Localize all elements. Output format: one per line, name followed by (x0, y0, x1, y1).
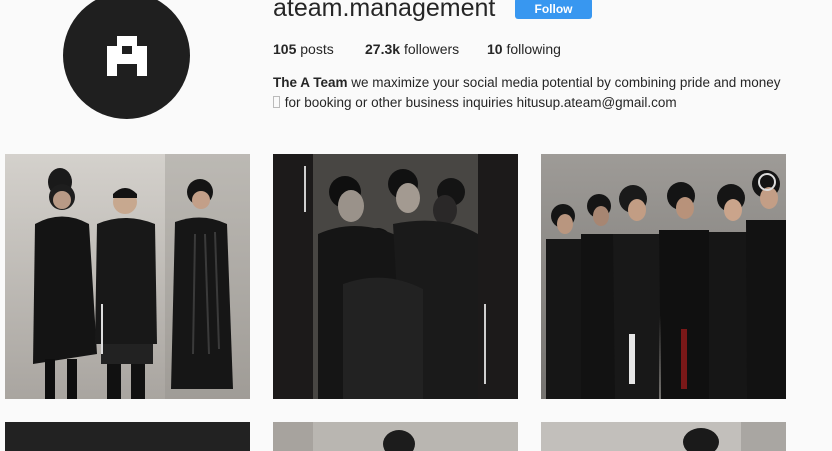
profile-username: ateam.management (273, 0, 496, 22)
following-stat[interactable]: 10 following (487, 41, 561, 57)
post-image (541, 422, 786, 451)
emoji-placeholder-icon (273, 96, 280, 108)
post-thumbnail[interactable] (273, 154, 518, 399)
following-label: following (506, 41, 561, 57)
posts-count: 105 (273, 41, 297, 57)
a-logo-icon (106, 35, 147, 76)
post-thumbnail[interactable] (273, 422, 518, 451)
followers-stat[interactable]: 27.3k followers (365, 41, 459, 57)
group-photo-image (5, 154, 250, 399)
bio-line-1: The A Team we maximize your social media… (273, 75, 781, 90)
followers-label: followers (403, 41, 460, 57)
magazine-cover-image (273, 154, 518, 399)
bio-text-2: for booking or other business inquiries … (284, 95, 677, 110)
post-thumbnail[interactable] (541, 154, 786, 399)
bio-line-2: for booking or other business inquiries … (273, 95, 677, 110)
following-count: 10 (487, 41, 503, 57)
posts-stat: 105 posts (273, 41, 334, 57)
post-thumbnail[interactable] (541, 422, 786, 451)
bio-text-1: we maximize your social media potential … (351, 75, 781, 90)
bio-name: The A Team (273, 75, 348, 90)
follow-button[interactable]: Follow (515, 0, 592, 19)
profile-avatar[interactable] (63, 0, 190, 119)
post-image (273, 422, 518, 451)
group-editorial-image (541, 154, 786, 399)
followers-count: 27.3k (365, 41, 401, 57)
post-thumbnail[interactable] (5, 154, 250, 399)
post-thumbnail[interactable] (5, 422, 250, 451)
posts-label: posts (300, 41, 334, 57)
